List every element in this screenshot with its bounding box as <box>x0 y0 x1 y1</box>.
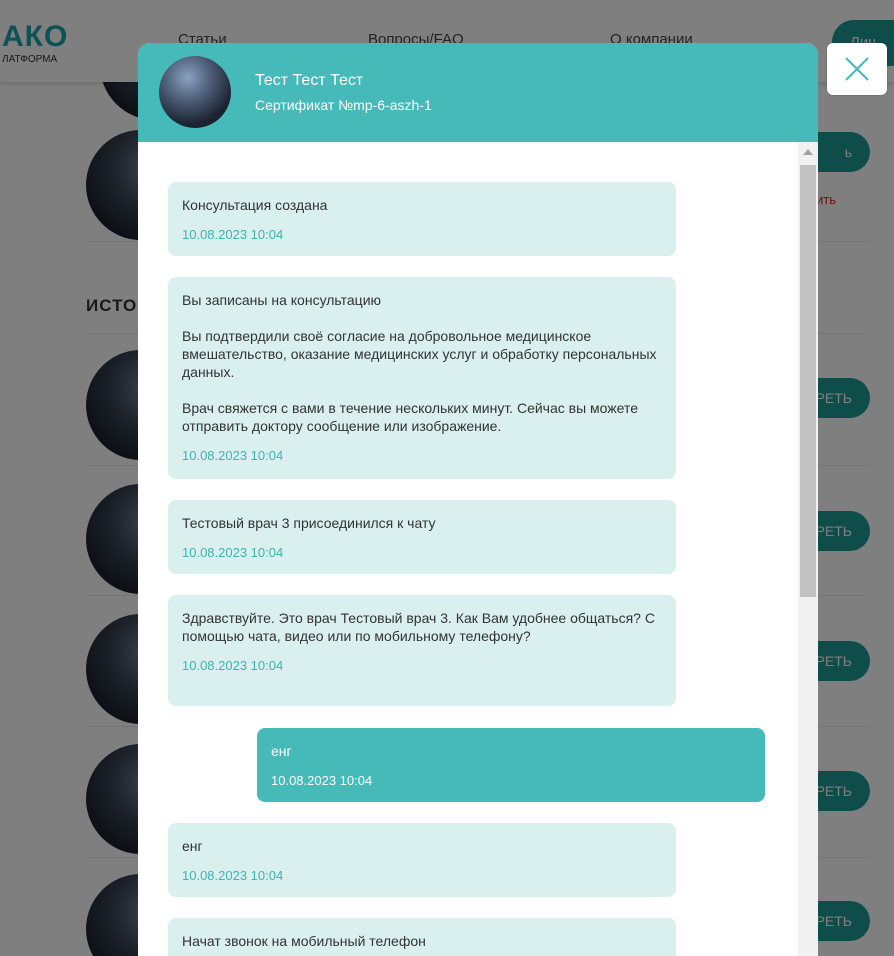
message-time: 10.08.2023 10:04 <box>182 227 284 242</box>
modal-header: Тест Тест Тест Сертификат №mp-6-aszh-1 <box>138 43 818 142</box>
scroll-up-arrow-icon[interactable] <box>803 149 813 155</box>
chat-message-incoming: Начат звонок на мобильный телефон <box>168 918 676 956</box>
message-time: 10.08.2023 10:04 <box>182 545 284 560</box>
patient-name: Тест Тест Тест <box>255 72 364 89</box>
chat-scrollbar[interactable] <box>798 142 818 956</box>
chat-message-outgoing: енг 10.08.2023 10:04 <box>257 728 765 802</box>
doctor-avatar <box>159 56 231 128</box>
message-time: 10.08.2023 10:04 <box>182 868 284 883</box>
message-time: 10.08.2023 10:04 <box>271 773 373 788</box>
message-text: Начат звонок на мобильный телефон <box>182 933 426 949</box>
chat-message-incoming: Тестовый врач 3 присоединился к чату 10.… <box>168 500 676 574</box>
chat-message-incoming: Вы записаны на консультацию Вы подтверди… <box>168 277 676 479</box>
certificate-number: Сертификат №mp-6-aszh-1 <box>255 97 432 113</box>
scroll-thumb[interactable] <box>800 165 816 597</box>
message-text: енг <box>182 838 203 854</box>
message-time: 10.08.2023 10:04 <box>182 658 284 673</box>
message-text: енг <box>271 743 292 759</box>
chat-message-incoming: Здравствуйте. Это врач Тестовый врач 3. … <box>168 595 676 706</box>
message-time: 10.08.2023 10:04 <box>182 448 284 463</box>
chat-modal: Тест Тест Тест Сертификат №mp-6-aszh-1 К… <box>138 43 818 956</box>
chat-message-incoming: Консультация создана 10.08.2023 10:04 <box>168 182 676 256</box>
message-text: Здравствуйте. Это врач Тестовый врач 3. … <box>182 610 655 644</box>
message-text: Тестовый врач 3 присоединился к чату <box>182 515 436 531</box>
chat-message-incoming: енг 10.08.2023 10:04 <box>168 823 676 897</box>
close-icon <box>845 57 869 81</box>
message-text: Вы записаны на консультацию Вы подтверди… <box>182 292 657 434</box>
chat-messages[interactable]: Консультация создана 10.08.2023 10:04 Вы… <box>138 142 798 956</box>
message-text: Консультация создана <box>182 197 328 213</box>
close-button[interactable] <box>827 43 887 95</box>
